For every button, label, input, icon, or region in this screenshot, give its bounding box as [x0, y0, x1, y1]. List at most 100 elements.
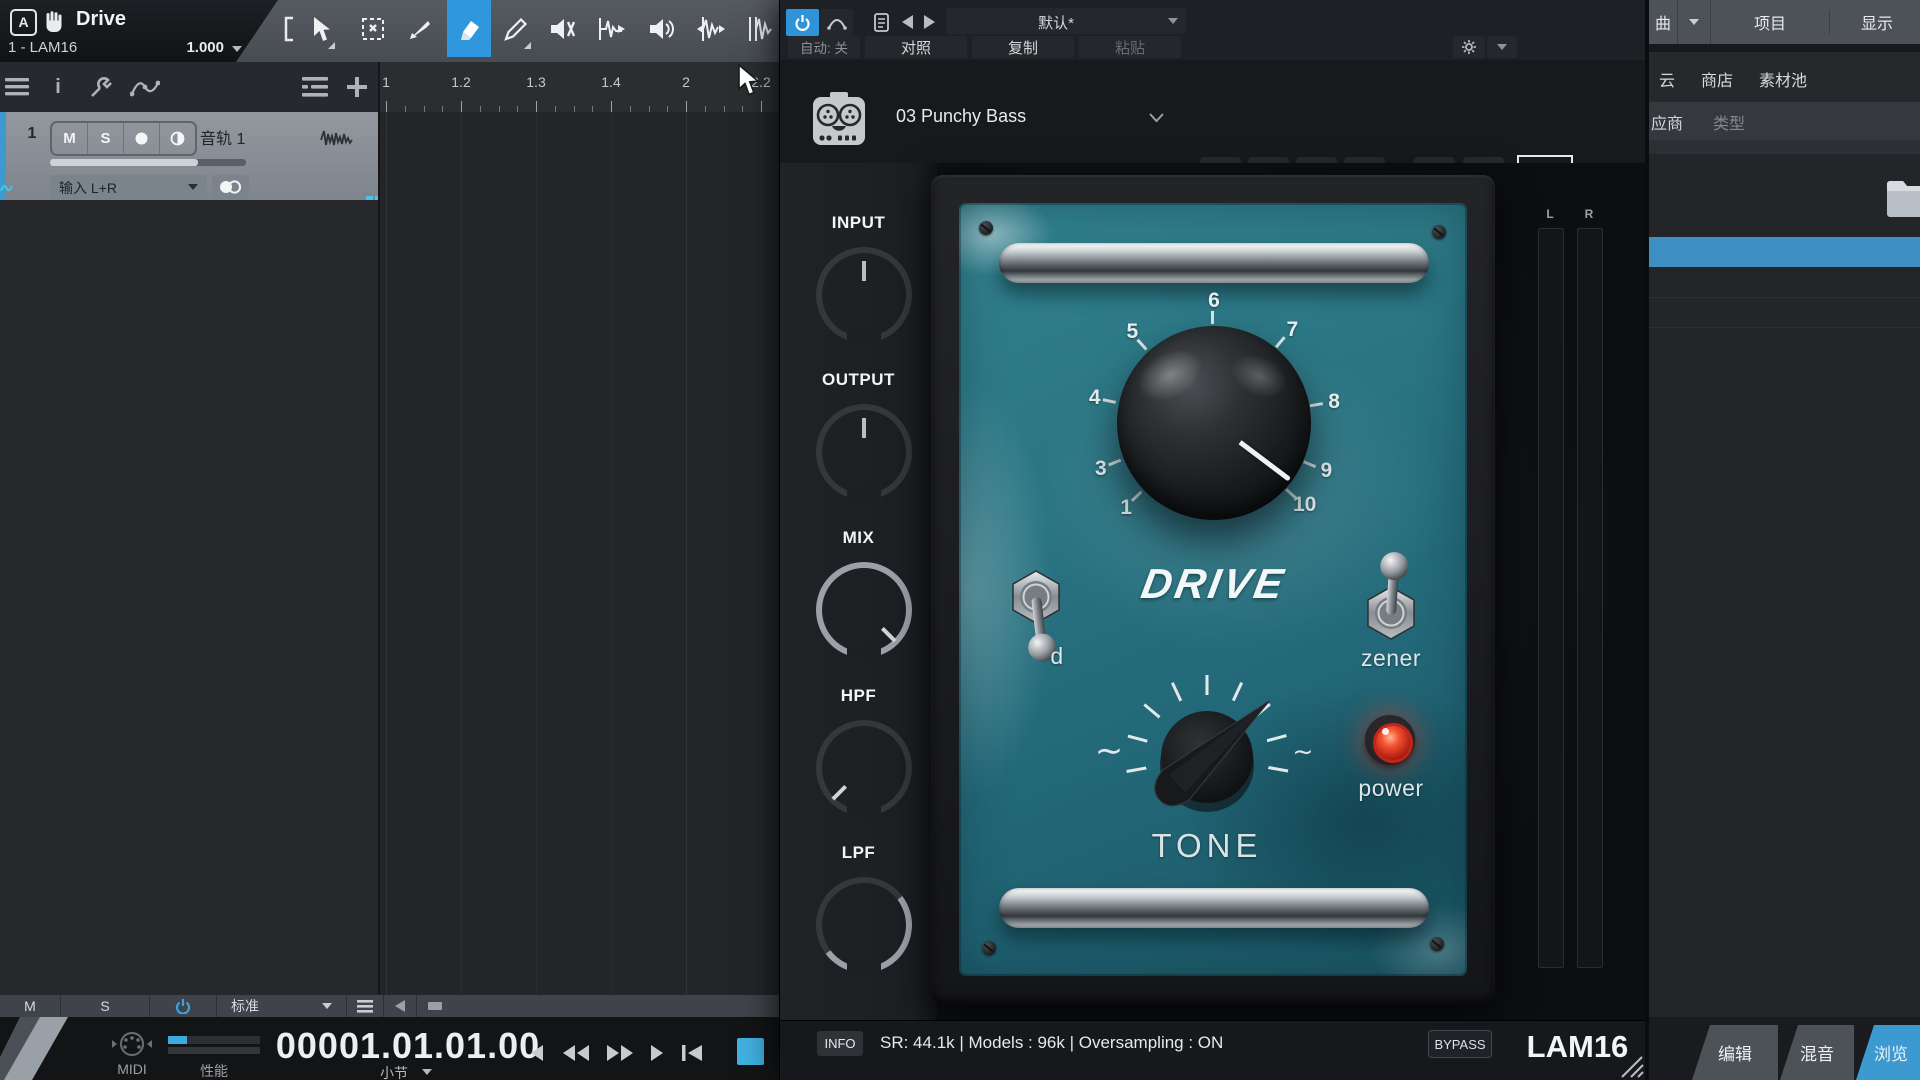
filter-type[interactable]: 类型 — [1713, 110, 1745, 134]
arrow-tool-icon[interactable] — [305, 13, 337, 45]
step-back-button[interactable] — [524, 1042, 550, 1064]
preset-name-caret-icon — [1168, 18, 1178, 24]
preset-next-icon[interactable] — [920, 12, 938, 32]
screw-icon — [982, 941, 996, 955]
browser-top-tabs: 曲 项目 显示 — [1649, 0, 1920, 44]
tools-wrench-icon[interactable] — [88, 74, 114, 100]
zoom-level[interactable]: 1.000 — [162, 39, 224, 56]
plugin-menu-caret-icon[interactable] — [1487, 36, 1517, 58]
plugin-power-button[interactable] — [786, 9, 819, 36]
footer-solo-button[interactable]: S — [61, 995, 150, 1017]
multitool-icon[interactable] — [743, 13, 775, 45]
hpf-knob[interactable] — [816, 720, 912, 816]
track-mute-button[interactable]: M — [52, 123, 88, 154]
listen-tool-icon[interactable] — [645, 13, 677, 45]
automation-mode-button[interactable]: 自动: 关 — [788, 36, 860, 58]
footer-power-button[interactable] — [150, 995, 217, 1017]
zener-toggle-label: zener — [1331, 645, 1451, 672]
layers-icon[interactable] — [300, 74, 330, 100]
drive-scale-label: 9 — [1309, 459, 1343, 483]
plugin-preset-name[interactable]: 03 Punchy Bass — [896, 106, 1116, 127]
resize-grip-icon[interactable] — [1618, 1055, 1644, 1079]
browser-filter-row: 应商 类型 — [1649, 102, 1920, 140]
track-monitor-button[interactable] — [160, 123, 195, 154]
track-stereo-button[interactable] — [212, 175, 249, 199]
split-tool-icon[interactable] — [404, 13, 436, 45]
track-volume-slider[interactable] — [50, 159, 246, 166]
footer-prev-icon[interactable] — [384, 995, 417, 1017]
track-waveform-icon[interactable] — [320, 128, 354, 148]
bend-tool-icon[interactable] — [595, 13, 627, 45]
preset-prev-icon[interactable] — [898, 12, 916, 32]
grid-line — [461, 112, 462, 995]
paint-tool-icon[interactable] — [500, 13, 532, 45]
output-knob[interactable] — [816, 404, 912, 500]
tracklist-divider[interactable] — [378, 62, 380, 995]
fast-forward-button[interactable] — [600, 1042, 640, 1064]
footer-list-icon[interactable] — [347, 995, 384, 1017]
preset-name-select[interactable]: 默认* — [946, 8, 1186, 34]
browser-strip — [1649, 140, 1920, 154]
preset-file-icon[interactable] — [868, 9, 894, 36]
timeline-ruler[interactable]: 11.21.31.422.2 — [380, 62, 779, 114]
gear-icon[interactable] — [1453, 36, 1485, 58]
footer-marker-icon[interactable] — [417, 995, 453, 1017]
time-mode-select[interactable]: 小节 — [380, 1063, 408, 1080]
paint-tool-variant-icon[interactable] — [524, 42, 531, 49]
range-tool-icon[interactable] — [357, 13, 389, 45]
ruler-tick — [536, 101, 537, 112]
bypass-button[interactable]: BYPASS — [1428, 1030, 1492, 1058]
lpf-knob[interactable] — [816, 877, 912, 973]
play-button[interactable] — [644, 1042, 670, 1064]
footer-mute-button[interactable]: M — [0, 995, 61, 1017]
grid-line — [761, 112, 762, 995]
footer-mode-select[interactable]: 标准 — [217, 995, 347, 1017]
mute-tool-icon[interactable] — [546, 13, 578, 45]
track-solo-button[interactable]: S — [88, 123, 124, 154]
time-mode-caret-icon[interactable] — [422, 1069, 432, 1075]
tab-song[interactable]: 曲 — [1649, 10, 1677, 34]
copy-button[interactable]: 复制 — [972, 36, 1074, 58]
hand-icon[interactable] — [42, 9, 66, 33]
editor-instance: 1 - LAM16 — [8, 39, 77, 56]
plugin-preset-chevron-icon[interactable] — [1148, 112, 1165, 123]
track-row[interactable]: 1 M S 音轨 1 输入 L+R — [0, 112, 380, 200]
automation-icon[interactable] — [130, 74, 160, 100]
bracket-tool-icon[interactable] — [273, 13, 305, 45]
stop-button[interactable] — [737, 1038, 764, 1065]
track-name[interactable]: 音轨 1 — [200, 125, 300, 149]
arranger-icon[interactable]: A — [10, 9, 37, 36]
track-record-button[interactable] — [124, 123, 160, 154]
mix-knob[interactable] — [816, 562, 912, 658]
filter-vendor[interactable]: 应商 — [1651, 110, 1683, 134]
folder-icon[interactable] — [1885, 176, 1920, 218]
track-volume-fill — [50, 159, 198, 166]
arrange-area[interactable] — [380, 112, 779, 995]
tab-show[interactable]: 显示 — [1829, 10, 1920, 34]
preset-name-value: 默认* — [946, 12, 1166, 33]
zoom-caret-icon[interactable] — [232, 46, 242, 52]
inspector-icon[interactable]: i — [48, 74, 68, 100]
time-display[interactable]: 00001.01.01.00 — [268, 1025, 548, 1067]
eraser-tool-icon[interactable] — [453, 13, 485, 45]
paste-button[interactable]: 粘贴 — [1079, 36, 1181, 58]
input-knob[interactable] — [816, 247, 912, 343]
rewind-button[interactable] — [556, 1042, 596, 1064]
track-input-select[interactable]: 输入 L+R — [50, 175, 207, 199]
info-button[interactable]: INFO — [817, 1031, 863, 1056]
arrow-tool-variant-icon[interactable] — [328, 42, 335, 49]
compare-button[interactable]: 对照 — [865, 36, 967, 58]
subtab-pool[interactable]: 素材池 — [1759, 67, 1807, 91]
subtab-cloud[interactable]: 云 — [1659, 67, 1675, 91]
timestretch-tool-icon[interactable] — [694, 13, 726, 45]
tape-machine-icon — [810, 90, 868, 148]
subtab-shop[interactable]: 商店 — [1701, 67, 1733, 91]
track-list-menu-icon[interactable] — [4, 74, 30, 100]
return-to-start-button[interactable] — [676, 1042, 708, 1064]
browser-selected-row[interactable] — [1649, 237, 1920, 267]
plugin-bypass-curve-icon[interactable] — [820, 9, 853, 36]
tab-project[interactable]: 项目 — [1711, 10, 1829, 34]
song-tab-caret-icon[interactable] — [1677, 0, 1711, 44]
power-led-label: power — [1331, 775, 1451, 802]
meter-right-label: R — [1576, 207, 1602, 221]
